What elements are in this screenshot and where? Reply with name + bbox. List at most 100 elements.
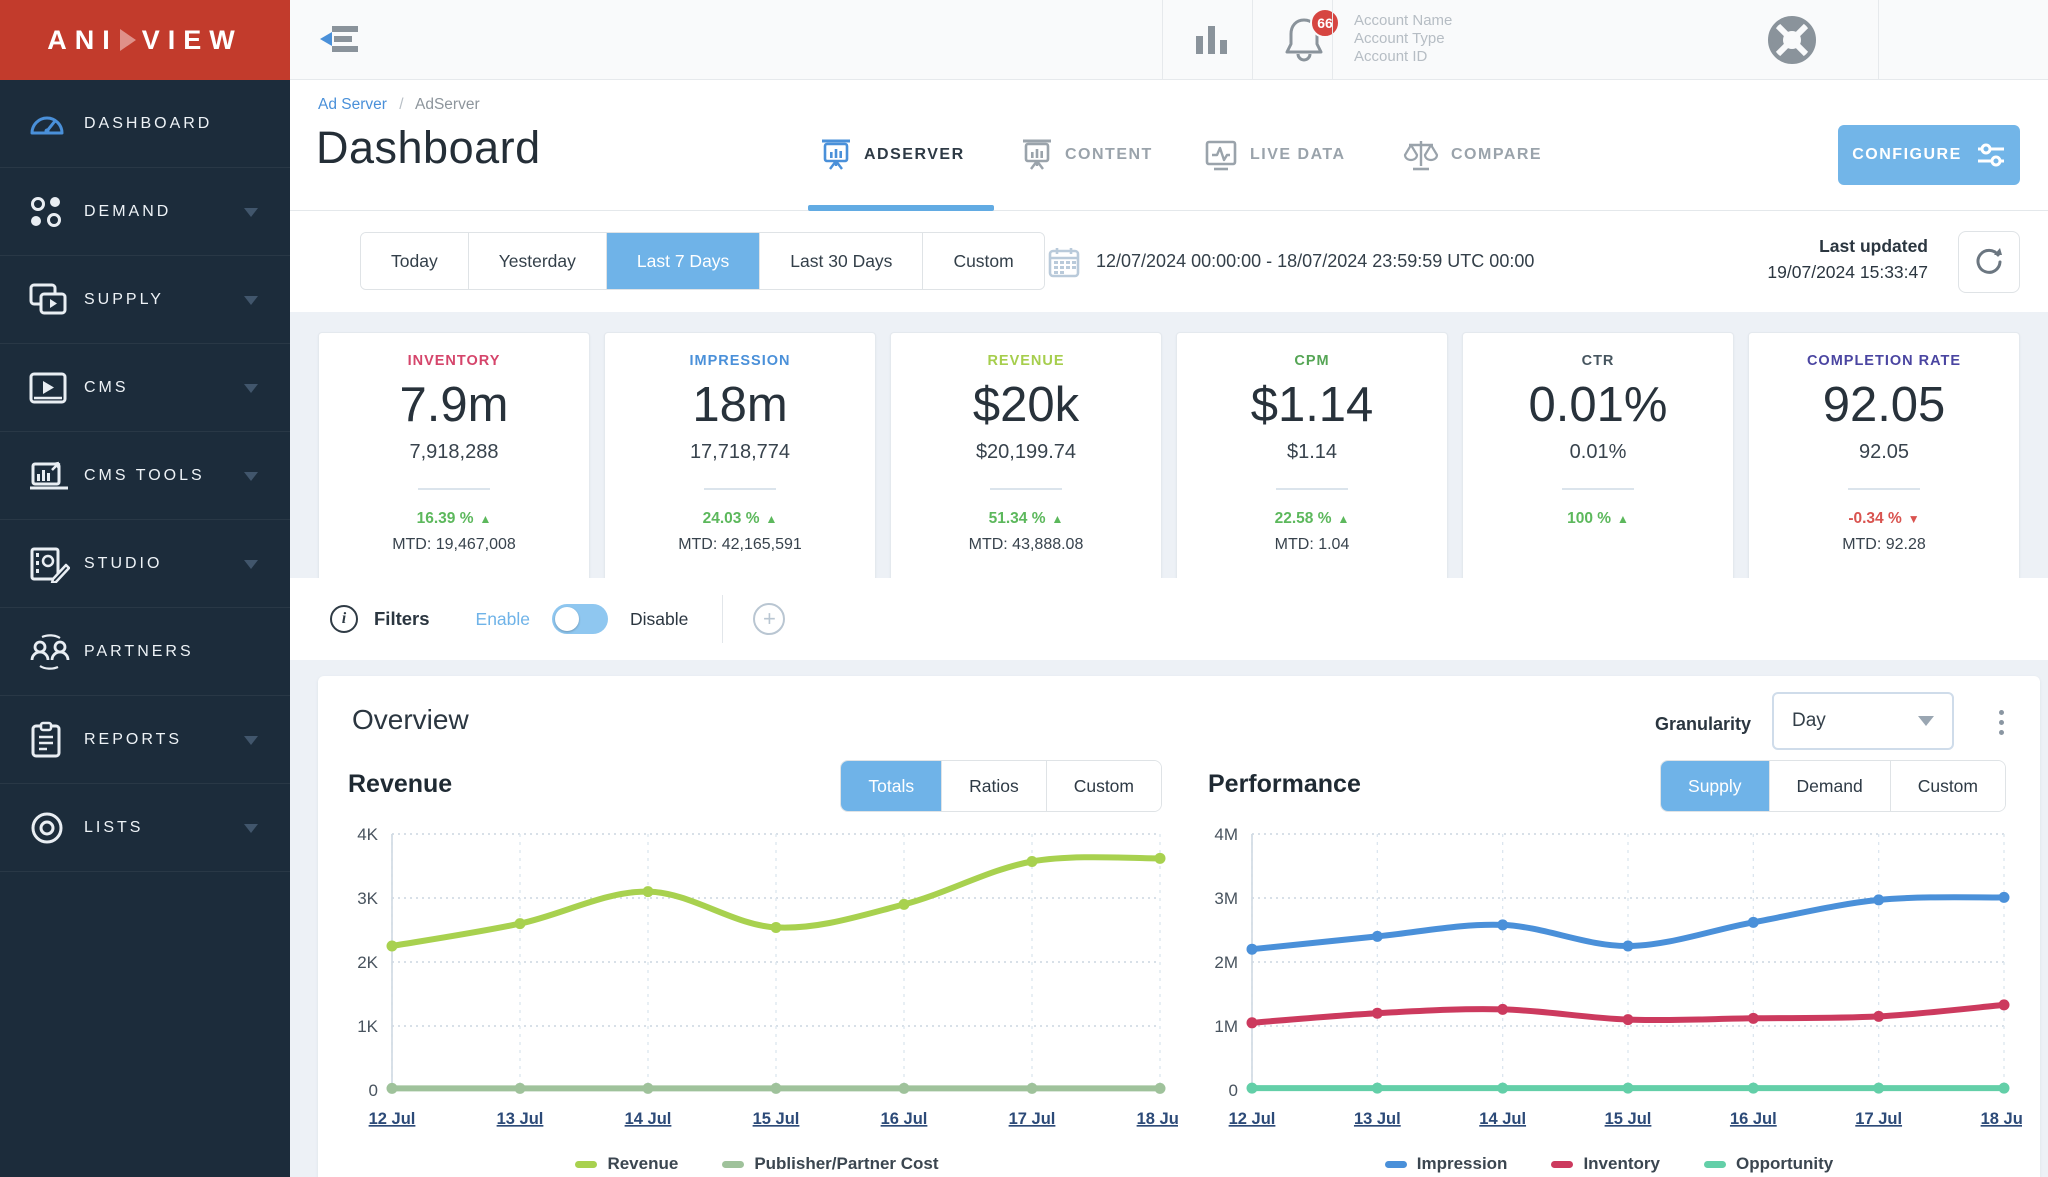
logo-text-pre: ANI	[47, 25, 118, 56]
date-preset-group: Today Yesterday Last 7 Days Last 30 Days…	[360, 232, 1045, 290]
sidebar-item-demand[interactable]: DEMAND	[0, 168, 290, 256]
revenue-line-chart[interactable]: 01K2K3K4K12 Jul13 Jul14 Jul15 Jul16 Jul1…	[336, 822, 1178, 1140]
svg-text:15 Jul: 15 Jul	[753, 1110, 800, 1128]
performance-line-chart[interactable]: 01M2M3M4M12 Jul13 Jul14 Jul15 Jul16 Jul1…	[1196, 822, 2022, 1140]
preset-custom[interactable]: Custom	[922, 233, 1043, 289]
kpi-mtd: MTD: 1.04	[1177, 536, 1447, 554]
board-chart-icon	[1021, 138, 1053, 172]
tab-compare[interactable]: COMPARE	[1403, 138, 1542, 172]
trend-up-icon: ▲	[1617, 512, 1629, 526]
tab-label: LIVE DATA	[1250, 146, 1346, 164]
sidebar-item-dashboard[interactable]: DASHBOARD	[0, 80, 290, 168]
sidebar-nav: DASHBOARD DEMAND SUPPLY CMS CMS TOOLS ST	[0, 80, 290, 1177]
preset-today[interactable]: Today	[361, 233, 468, 289]
scales-icon	[1403, 138, 1439, 172]
logo-text-post: VIEW	[142, 25, 243, 56]
page-title: Dashboard	[316, 122, 541, 174]
toggle-ratios[interactable]: Ratios	[941, 761, 1046, 811]
sidebar-item-studio[interactable]: STUDIO	[0, 520, 290, 608]
add-filter-button[interactable]: +	[753, 603, 785, 635]
kpi-change: 100 %▲	[1463, 510, 1733, 528]
svg-text:13 Jul: 13 Jul	[1354, 1110, 1401, 1128]
topbar-divider	[1162, 0, 1163, 80]
svg-text:15 Jul: 15 Jul	[1605, 1110, 1652, 1128]
play-icon	[120, 29, 136, 51]
sidebar-item-label: REPORTS	[84, 731, 182, 749]
tab-live-data[interactable]: LIVE DATA	[1204, 138, 1346, 172]
svg-text:17 Jul: 17 Jul	[1855, 1110, 1902, 1128]
legend-marker	[1551, 1161, 1573, 1168]
overview-menu-kebab-icon[interactable]	[1986, 700, 2016, 744]
configure-button[interactable]: CONFIGURE	[1838, 125, 2020, 185]
filters-divider	[722, 595, 723, 643]
preset-last-30-days[interactable]: Last 30 Days	[759, 233, 922, 289]
kpi-subvalue: 17,718,774	[605, 441, 875, 464]
last-updated: Last updated 19/07/2024 15:33:47	[1767, 233, 1928, 285]
toggle-totals[interactable]: Totals	[841, 761, 941, 811]
kpi-card-cpm: CPM $1.14 $1.14 22.58 %▲ MTD: 1.04	[1176, 332, 1448, 590]
legend-item[interactable]: Impression	[1385, 1154, 1508, 1174]
toggle-custom[interactable]: Custom	[1890, 761, 2005, 811]
account-info[interactable]: Account Name Account Type Account ID	[1354, 12, 1452, 66]
kpi-divider	[418, 488, 490, 490]
granularity-value: Day	[1792, 710, 1918, 732]
kpi-divider	[1276, 488, 1348, 490]
revenue-chart-block: Revenue Totals Ratios Custom 01K2K3K4K12…	[336, 760, 1178, 1174]
granularity-select[interactable]: Day	[1772, 692, 1954, 750]
analytics-icon[interactable]	[1192, 20, 1232, 65]
kpi-value: 92.05	[1749, 377, 2019, 433]
performance-chart-block: Performance Supply Demand Custom 01M2M3M…	[1196, 760, 2022, 1174]
svg-text:14 Jul: 14 Jul	[625, 1110, 672, 1128]
sidebar-item-partners[interactable]: PARTNERS	[0, 608, 290, 696]
legend-item[interactable]: Revenue	[575, 1154, 678, 1174]
topbar-divider	[1332, 0, 1333, 80]
breadcrumb-link[interactable]: Ad Server	[318, 96, 387, 113]
sidebar-item-reports[interactable]: REPORTS	[0, 696, 290, 784]
filters-disable-label[interactable]: Disable	[630, 609, 688, 630]
toggle-supply[interactable]: Supply	[1661, 761, 1769, 811]
sidebar-item-label: CMS	[84, 379, 129, 397]
kpi-subvalue: $20,199.74	[891, 441, 1161, 464]
legend-item[interactable]: Opportunity	[1704, 1154, 1833, 1174]
kpi-title: COMPLETION RATE	[1749, 353, 2019, 369]
chevron-down-icon	[244, 560, 258, 569]
sidebar-item-cms[interactable]: CMS	[0, 344, 290, 432]
breadcrumb-separator: /	[399, 96, 403, 113]
sidebar-item-cms-tools[interactable]: CMS TOOLS	[0, 432, 290, 520]
chart-svg: 01M2M3M4M12 Jul13 Jul14 Jul15 Jul16 Jul1…	[1196, 822, 2022, 1140]
brand-logo-text: ANI VIEW	[47, 25, 243, 56]
kpi-subvalue: 92.05	[1749, 441, 2019, 464]
toggle-demand[interactable]: Demand	[1769, 761, 1890, 811]
toggle-custom[interactable]: Custom	[1046, 761, 1161, 811]
sidebar-item-lists[interactable]: LISTS	[0, 784, 290, 872]
chevron-down-icon	[244, 736, 258, 745]
kpi-change: -0.34 %▼	[1749, 510, 2019, 528]
configure-label: CONFIGURE	[1852, 146, 1962, 164]
notifications-bell-icon[interactable]: 66	[1282, 16, 1326, 69]
help-lifering-icon[interactable]	[1766, 14, 1818, 71]
svg-text:13 Jul: 13 Jul	[497, 1110, 544, 1128]
legend-item[interactable]: Inventory	[1551, 1154, 1660, 1174]
trend-up-icon: ▲	[1052, 512, 1064, 526]
kpi-value: 0.01%	[1463, 377, 1733, 433]
chart-svg: 01K2K3K4K12 Jul13 Jul14 Jul15 Jul16 Jul1…	[336, 822, 1178, 1140]
filters-enable-label[interactable]: Enable	[476, 609, 531, 630]
kpi-subvalue: $1.14	[1177, 441, 1447, 464]
tab-adserver[interactable]: ADSERVER	[820, 138, 965, 172]
date-range-text[interactable]: 12/07/2024 00:00:00 - 18/07/2024 23:59:5…	[1096, 251, 1534, 272]
kpi-divider	[1848, 488, 1920, 490]
tab-content[interactable]: CONTENT	[1021, 138, 1153, 172]
filters-toggle[interactable]	[552, 604, 608, 634]
svg-text:12 Jul: 12 Jul	[369, 1110, 416, 1128]
page-header: Ad Server / AdServer Dashboard ADSERVER …	[290, 80, 2048, 211]
breadcrumb-current: AdServer	[415, 96, 480, 113]
sidebar-item-supply[interactable]: SUPPLY	[0, 256, 290, 344]
preset-last-7-days[interactable]: Last 7 Days	[606, 233, 759, 289]
refresh-button[interactable]	[1958, 231, 2020, 293]
legend-item[interactable]: Publisher/Partner Cost	[722, 1154, 938, 1174]
sidebar-collapse-icon[interactable]	[320, 24, 362, 56]
laptop-chart-icon	[28, 456, 84, 496]
kpi-mtd: MTD: 43,888.08	[891, 536, 1161, 554]
calendar-icon[interactable]	[1048, 246, 1080, 278]
preset-yesterday[interactable]: Yesterday	[468, 233, 606, 289]
